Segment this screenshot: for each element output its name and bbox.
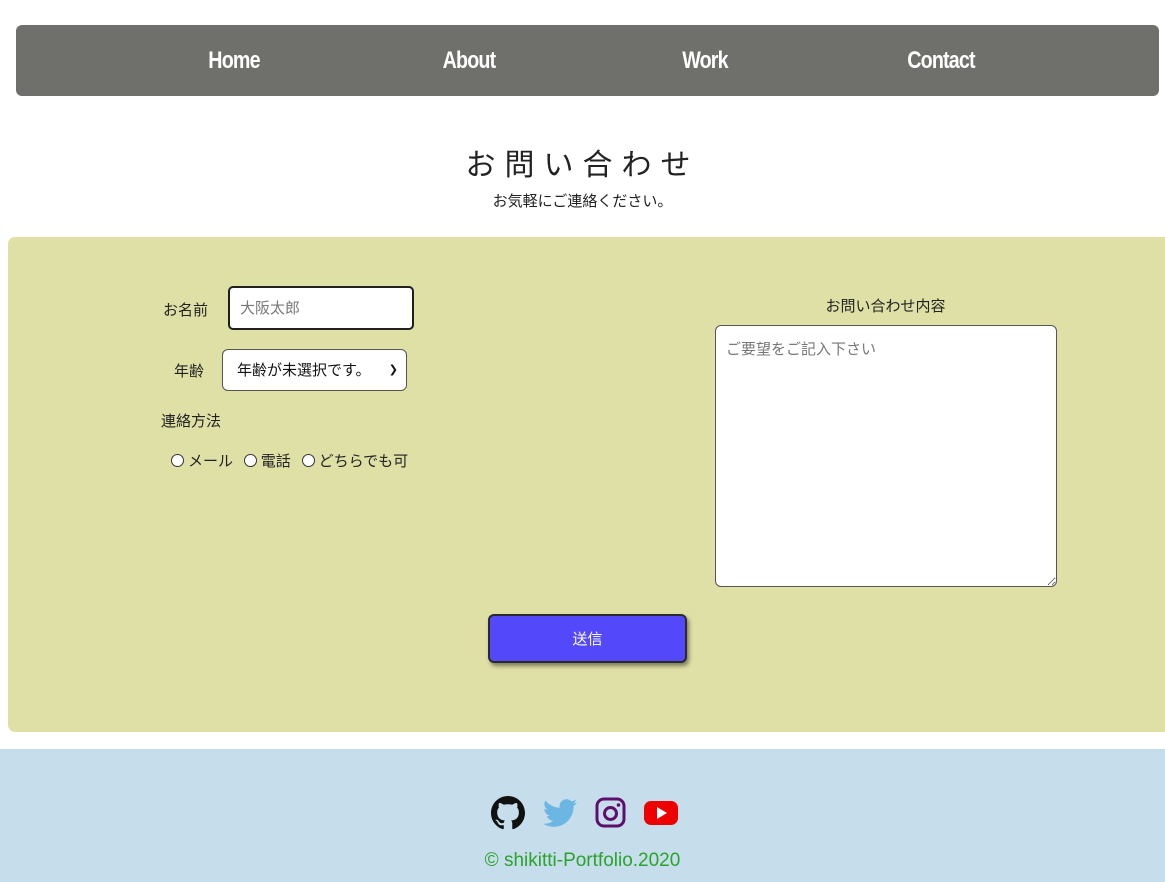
twitter-icon[interactable] xyxy=(543,796,577,830)
page: Home About Work Contact お問い合わせ お気軽にご連絡くだ… xyxy=(0,0,1165,882)
name-label: お名前 xyxy=(163,301,209,319)
contact-form-panel: お名前 年齢 年齢が未選択です。 ❯ 連絡方法 メール 電話 どちらでも可 お問… xyxy=(8,237,1165,732)
name-input[interactable] xyxy=(228,286,414,330)
youtube-icon[interactable] xyxy=(643,796,678,830)
page-subtitle: お気軽にご連絡ください。 xyxy=(492,192,673,210)
copyright-text: © shikitti-Portfolio.2020 xyxy=(484,850,681,871)
radio-option-phone[interactable]: 電話 xyxy=(243,450,291,471)
radio-label: メール xyxy=(188,452,234,470)
contact-method-radio-group: メール 電話 どちらでも可 xyxy=(171,450,414,471)
instagram-icon[interactable] xyxy=(594,796,628,830)
submit-button[interactable]: 送信 xyxy=(488,614,687,663)
age-label: 年齢 xyxy=(174,362,205,380)
page-title: お問い合わせ xyxy=(465,148,700,183)
chevron-down-icon: ❯ xyxy=(388,363,398,376)
nav-link-work[interactable]: Work xyxy=(648,25,763,96)
radio-option-email[interactable]: メール xyxy=(171,450,233,471)
nav-link-about[interactable]: About xyxy=(412,25,527,96)
age-select[interactable]: 年齢が未選択です。 ❯ xyxy=(222,349,407,391)
radio-button[interactable] xyxy=(243,454,257,467)
footer: © shikitti-Portfolio.2020 xyxy=(0,749,1165,882)
github-icon[interactable] xyxy=(491,796,525,830)
contact-method-label: 連絡方法 xyxy=(161,412,222,430)
nav-bar: Home About Work Contact xyxy=(16,25,1159,96)
radio-option-either[interactable]: どちらでも可 xyxy=(301,450,409,471)
radio-label: どちらでも可 xyxy=(318,452,409,470)
message-textarea[interactable] xyxy=(715,325,1057,587)
radio-button[interactable] xyxy=(301,454,315,467)
nav-link-home[interactable]: Home xyxy=(177,25,292,96)
nav-link-contact[interactable]: Contact xyxy=(884,25,999,96)
message-label: お問い合わせ内容 xyxy=(825,297,946,315)
radio-label: 電話 xyxy=(260,452,291,470)
age-select-value: 年齢が未選択です。 xyxy=(237,361,371,379)
radio-button[interactable] xyxy=(171,454,184,467)
